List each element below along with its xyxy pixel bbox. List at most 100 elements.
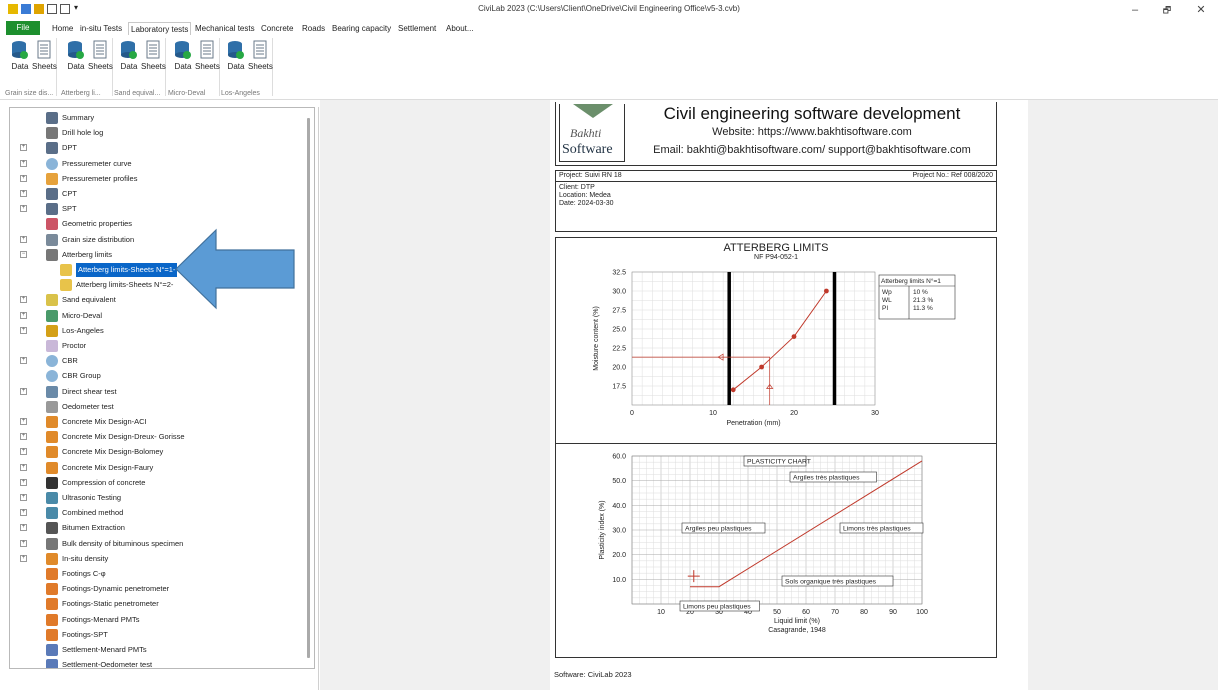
close-button[interactable]: ✕ [1186, 2, 1216, 18]
tree-item[interactable]: + Compression of concrete [20, 476, 300, 490]
tree-item[interactable]: Summary [20, 111, 300, 125]
expand-icon[interactable]: + [20, 205, 27, 213]
expand-icon[interactable]: + [20, 326, 27, 334]
tree-item[interactable]: Settlement-Menard PMTs [20, 643, 300, 657]
expand-icon[interactable]: + [20, 387, 27, 395]
tree-item[interactable]: + Pressuremeter curve [20, 157, 300, 171]
tree-node-icon [46, 537, 58, 550]
sheets-button-3[interactable]: Sheets [141, 40, 166, 71]
tree-item[interactable]: Drill hole log [20, 126, 300, 140]
tree-item[interactable]: Footings-Static penetrometer [20, 597, 300, 611]
tree-item[interactable]: Proctor [20, 339, 300, 353]
logo-text-bakhti: Bakhti [570, 126, 602, 140]
expand-icon[interactable]: + [20, 174, 27, 182]
file-tab[interactable]: File [6, 21, 40, 35]
tree-item[interactable]: + DPT [20, 141, 300, 155]
tree-item[interactable]: Oedometer test [20, 400, 300, 414]
footer-software: Software: CiviLab 2023 [554, 670, 632, 679]
expand-icon[interactable]: + [20, 448, 27, 456]
expand-icon[interactable]: + [20, 494, 27, 501]
tree-item[interactable]: Settlement-Oedometer test [20, 658, 300, 668]
tree-item-label: Geometric properties [62, 219, 133, 229]
tree-item[interactable]: + Concrete Mix Design-Dreux- Gorisse [20, 430, 300, 444]
expand-icon[interactable]: + [20, 463, 27, 471]
tree-item[interactable]: + Direct shear test [20, 385, 300, 399]
expand-icon[interactable]: + [20, 311, 27, 319]
expand-icon[interactable]: + [20, 524, 27, 532]
tab-roads[interactable]: Roads [302, 22, 325, 35]
expand-icon[interactable]: + [20, 159, 27, 167]
expand-icon[interactable]: + [20, 235, 27, 243]
tree-item[interactable]: CBR Group [20, 369, 300, 383]
data-button-3[interactable]: Data [117, 40, 141, 71]
expand-icon[interactable]: + [20, 554, 27, 562]
expand-icon[interactable]: + [20, 418, 27, 425]
x-tick-label: 30 [871, 410, 879, 417]
report-preview: Bakhti Software Civil engineering softwa… [550, 100, 1028, 690]
tree-item-label: Los-Angeles [62, 325, 104, 335]
tree-item[interactable]: Footings C-φ [20, 567, 300, 581]
ribbon-group-2: Data Sheets [60, 38, 113, 96]
tab-bearing-capacity[interactable]: Bearing capacity [332, 22, 391, 35]
tree-item[interactable]: + Ultrasonic Testing [20, 491, 300, 505]
tree-item-label: Bitumen Extraction [62, 523, 125, 533]
tab-mechanical-tests[interactable]: Mechanical tests [195, 22, 255, 35]
tab-laboratory-tests[interactable]: Laboratory tests [128, 22, 192, 35]
y-tick-label: 17.5 [612, 384, 626, 391]
tree-item[interactable]: + Concrete Mix Design-ACI [20, 415, 300, 429]
tree-scrollbar[interactable] [307, 118, 310, 658]
tree-item-label: CBR Group [62, 371, 101, 381]
ribbon-group-label: Los-Angeles [221, 90, 260, 97]
tree-item-label: CBR [62, 356, 78, 366]
expand-icon[interactable]: + [20, 296, 27, 304]
data-button-5[interactable]: Data [224, 40, 248, 71]
tab-in-situ-tests[interactable]: in-situ Tests [80, 22, 122, 35]
expand-icon[interactable]: + [20, 433, 27, 441]
tree-item[interactable]: + Concrete Mix Design-Bolomey [20, 445, 300, 459]
tree-item[interactable]: + CBR [20, 354, 300, 368]
tree-item[interactable]: + Bitumen Extraction [20, 521, 300, 535]
collapse-icon[interactable]: − [20, 250, 27, 258]
tree-item[interactable]: + SPT [20, 202, 300, 216]
tree-item[interactable]: + Los-Angeles [20, 324, 300, 338]
sheets-button-1[interactable]: Sheets [32, 40, 57, 71]
tree-item[interactable]: Footings-Menard PMTs [20, 613, 300, 627]
tree-item[interactable]: + Micro-Deval [20, 309, 300, 323]
tree-item[interactable]: + Bulk density of bituminous specimen [20, 537, 300, 551]
tree-node-icon [46, 355, 58, 368]
minimize-button[interactable]: – [1120, 2, 1150, 18]
expand-icon[interactable]: + [20, 190, 27, 197]
data-button-4[interactable]: Data [171, 40, 195, 71]
tree-item[interactable]: + In-situ density [20, 552, 300, 566]
expand-icon[interactable]: + [20, 478, 27, 486]
data-button-1[interactable]: Data [8, 40, 32, 71]
tree-node-icon [46, 112, 58, 124]
x-tick-label: 60 [802, 609, 810, 616]
ribbon-group-label: Atterberg li... [61, 90, 101, 97]
expand-icon[interactable]: + [20, 357, 27, 365]
tree-item[interactable]: Footings-SPT [20, 628, 300, 642]
y-tick-label: 30.0 [612, 289, 626, 296]
x-tick-label: 10 [657, 609, 665, 616]
x-axis-label: Liquid limit (%) [774, 618, 820, 625]
tree-item[interactable]: Footings-Dynamic penetrometer [20, 582, 300, 596]
sheets-button-5[interactable]: Sheets [248, 40, 273, 71]
tree-node-icon [46, 644, 58, 656]
tree-item[interactable]: + Pressuremeter profiles [20, 172, 300, 186]
tree-node-icon [46, 340, 58, 352]
tree-item[interactable]: + Concrete Mix Design-Faury [20, 461, 300, 475]
tab-home[interactable]: Home [52, 22, 73, 35]
expand-icon[interactable]: + [20, 539, 27, 547]
maximize-button[interactable]: 🗗 [1152, 2, 1182, 18]
tab-concrete[interactable]: Concrete [261, 22, 293, 35]
tab-settlement[interactable]: Settlement [398, 22, 436, 35]
sheets-icon [144, 40, 162, 60]
tree-item[interactable]: + CPT [20, 187, 300, 201]
data-button-2[interactable]: Data [64, 40, 88, 71]
tree-item[interactable]: + Combined method [20, 506, 300, 520]
expand-icon[interactable]: + [20, 144, 27, 152]
sheets-button-4[interactable]: Sheets [195, 40, 220, 71]
tab-about[interactable]: About... [446, 22, 474, 35]
sheets-button-2[interactable]: Sheets [88, 40, 113, 71]
expand-icon[interactable]: + [20, 509, 27, 517]
